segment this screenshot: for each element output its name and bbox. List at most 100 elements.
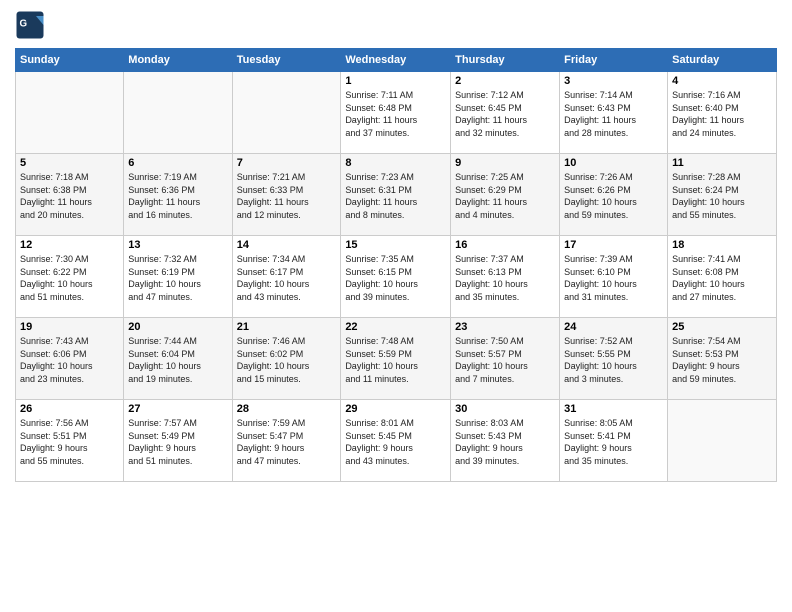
day-info: Sunrise: 7:50 AM Sunset: 5:57 PM Dayligh… [455,335,555,385]
day-number: 8 [345,157,446,169]
day-number: 1 [345,75,446,87]
calendar-cell: 25Sunrise: 7:54 AM Sunset: 5:53 PM Dayli… [668,318,777,400]
day-number: 5 [20,157,119,169]
day-number: 14 [237,239,337,251]
day-info: Sunrise: 8:03 AM Sunset: 5:43 PM Dayligh… [455,417,555,467]
day-number: 15 [345,239,446,251]
day-number: 3 [564,75,663,87]
calendar-cell: 29Sunrise: 8:01 AM Sunset: 5:45 PM Dayli… [341,400,451,482]
calendar-table: SundayMondayTuesdayWednesdayThursdayFrid… [15,48,777,482]
calendar-cell: 2Sunrise: 7:12 AM Sunset: 6:45 PM Daylig… [451,72,560,154]
weekday-header: Thursday [451,49,560,72]
calendar-cell: 31 Sunrise: 8:05 AM Sunset: 5:41 PM Dayli… [560,400,668,482]
day-number: 31 [564,403,663,415]
weekday-header: Tuesday [232,49,341,72]
day-info: Sunrise: 7:32 AM Sunset: 6:19 PM Dayligh… [128,253,227,303]
calendar-cell: 13 Sunrise: 7:32 AM Sunset: 6:19 PM Dayli… [124,236,232,318]
calendar-cell: 12 Sunrise: 7:30 AM Sunset: 6:22 PM Dayli… [16,236,124,318]
calendar-cell: 4 Sunrise: 7:16 AM Sunset: 6:40 PM Daylig… [668,72,777,154]
calendar-cell: 19 Sunrise: 7:43 AM Sunset: 6:06 PM Dayli… [16,318,124,400]
day-info: Sunrise: 7:57 AM Sunset: 5:49 PM Dayligh… [128,417,227,467]
day-info: Sunrise: 7:25 AM Sunset: 6:29 PM Dayligh… [455,171,555,221]
day-number: 20 [128,321,227,333]
calendar-cell: 21 Sunrise: 7:46 AM Sunset: 6:02 PM Dayli… [232,318,341,400]
day-number: 6 [128,157,227,169]
day-number: 29 [345,403,446,415]
calendar-week-row: 5 Sunrise: 7:18 AM Sunset: 6:38 PM Daylig… [16,154,777,236]
day-number: 16 [455,239,555,251]
day-info: Sunrise: 8:05 AM Sunset: 5:41 PM Dayligh… [564,417,663,467]
day-info: Sunrise: 7:30 AM Sunset: 6:22 PM Dayligh… [20,253,119,303]
calendar-week-row: 19 Sunrise: 7:43 AM Sunset: 6:06 PM Dayli… [16,318,777,400]
calendar-cell [668,400,777,482]
calendar-week-row: 1 Sunrise: 7:11 AM Sunset: 6:48 PM Daylig… [16,72,777,154]
day-info: Sunrise: 7:26 AM Sunset: 6:26 PM Dayligh… [564,171,663,221]
weekday-header: Monday [124,49,232,72]
weekday-header: Friday [560,49,668,72]
day-number: 24 [564,321,663,333]
day-info: Sunrise: 7:11 AM Sunset: 6:48 PM Dayligh… [345,89,446,139]
day-number: 18 [672,239,772,251]
day-info: Sunrise: 7:34 AM Sunset: 6:17 PM Dayligh… [237,253,337,303]
day-number: 12 [20,239,119,251]
day-number: 21 [237,321,337,333]
logo: G [15,10,48,40]
calendar-cell [124,72,232,154]
day-info: Sunrise: 7:35 AM Sunset: 6:15 PM Dayligh… [345,253,446,303]
day-number: 19 [20,321,119,333]
calendar-cell: 10Sunrise: 7:26 AM Sunset: 6:26 PM Dayli… [560,154,668,236]
day-number: 4 [672,75,772,87]
weekday-header: Saturday [668,49,777,72]
calendar-cell: 24 Sunrise: 7:52 AM Sunset: 5:55 PM Dayli… [560,318,668,400]
weekday-header-row: SundayMondayTuesdayWednesdayThursdayFrid… [16,49,777,72]
day-info: Sunrise: 7:43 AM Sunset: 6:06 PM Dayligh… [20,335,119,385]
day-info: Sunrise: 7:44 AM Sunset: 6:04 PM Dayligh… [128,335,227,385]
calendar-cell: 28Sunrise: 7:59 AM Sunset: 5:47 PM Dayli… [232,400,341,482]
day-number: 13 [128,239,227,251]
page-header: G [15,10,777,40]
day-number: 25 [672,321,772,333]
day-info: Sunrise: 7:16 AM Sunset: 6:40 PM Dayligh… [672,89,772,139]
calendar-cell: 8Sunrise: 7:23 AM Sunset: 6:31 PM Daylig… [341,154,451,236]
day-info: Sunrise: 7:48 AM Sunset: 5:59 PM Dayligh… [345,335,446,385]
page-container: G SundayMondayTuesdayWednesdayThursdayFr… [0,0,792,487]
calendar-cell: 16Sunrise: 7:37 AM Sunset: 6:13 PM Dayli… [451,236,560,318]
day-info: Sunrise: 7:56 AM Sunset: 5:51 PM Dayligh… [20,417,119,467]
day-info: Sunrise: 7:28 AM Sunset: 6:24 PM Dayligh… [672,171,772,221]
calendar-cell: 18Sunrise: 7:41 AM Sunset: 6:08 PM Dayli… [668,236,777,318]
logo-icon: G [15,10,45,40]
calendar-cell: 20 Sunrise: 7:44 AM Sunset: 6:04 PM Dayli… [124,318,232,400]
day-info: Sunrise: 7:12 AM Sunset: 6:45 PM Dayligh… [455,89,555,139]
calendar-cell: 11 Sunrise: 7:28 AM Sunset: 6:24 PM Dayli… [668,154,777,236]
calendar-cell: 23 Sunrise: 7:50 AM Sunset: 5:57 PM Dayli… [451,318,560,400]
day-info: Sunrise: 7:19 AM Sunset: 6:36 PM Dayligh… [128,171,227,221]
calendar-cell: 17 Sunrise: 7:39 AM Sunset: 6:10 PM Dayli… [560,236,668,318]
day-number: 17 [564,239,663,251]
calendar-cell: 26 Sunrise: 7:56 AM Sunset: 5:51 PM Dayli… [16,400,124,482]
day-info: Sunrise: 7:39 AM Sunset: 6:10 PM Dayligh… [564,253,663,303]
day-info: Sunrise: 7:59 AM Sunset: 5:47 PM Dayligh… [237,417,337,467]
day-number: 22 [345,321,446,333]
calendar-cell: 15 Sunrise: 7:35 AM Sunset: 6:15 PM Dayli… [341,236,451,318]
calendar-cell: 7 Sunrise: 7:21 AM Sunset: 6:33 PM Daylig… [232,154,341,236]
day-info: Sunrise: 7:52 AM Sunset: 5:55 PM Dayligh… [564,335,663,385]
day-number: 23 [455,321,555,333]
day-info: Sunrise: 7:46 AM Sunset: 6:02 PM Dayligh… [237,335,337,385]
day-info: Sunrise: 7:21 AM Sunset: 6:33 PM Dayligh… [237,171,337,221]
calendar-cell [16,72,124,154]
calendar-cell: 5 Sunrise: 7:18 AM Sunset: 6:38 PM Daylig… [16,154,124,236]
day-number: 9 [455,157,555,169]
day-number: 11 [672,157,772,169]
weekday-header: Sunday [16,49,124,72]
calendar-cell [232,72,341,154]
day-info: Sunrise: 7:14 AM Sunset: 6:43 PM Dayligh… [564,89,663,139]
calendar-cell: 27 Sunrise: 7:57 AM Sunset: 5:49 PM Dayli… [124,400,232,482]
day-number: 27 [128,403,227,415]
day-number: 26 [20,403,119,415]
day-number: 7 [237,157,337,169]
calendar-week-row: 26 Sunrise: 7:56 AM Sunset: 5:51 PM Dayli… [16,400,777,482]
weekday-header: Wednesday [341,49,451,72]
svg-text:G: G [20,19,28,30]
calendar-cell: 1 Sunrise: 7:11 AM Sunset: 6:48 PM Daylig… [341,72,451,154]
day-info: Sunrise: 7:18 AM Sunset: 6:38 PM Dayligh… [20,171,119,221]
